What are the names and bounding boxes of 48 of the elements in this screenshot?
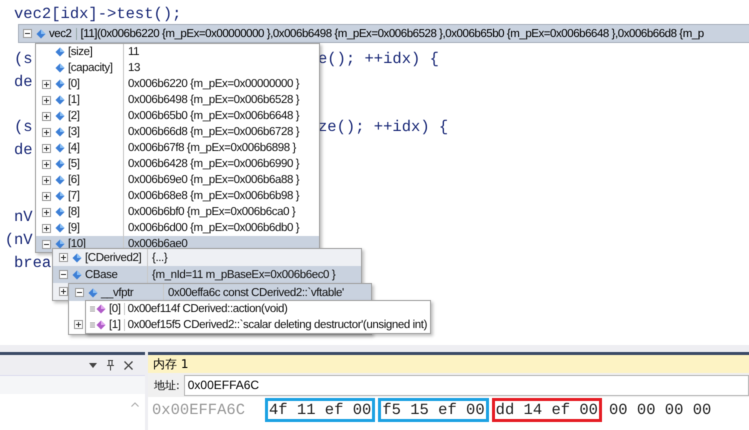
variable-value: 0x006b66d8 {m_pEx=0x006b6728 } (128, 126, 300, 138)
code-text: (s (13, 50, 33, 68)
variable-value: 0x006b6d00 {m_pEx=0x006b6db0 } (128, 222, 300, 234)
variable-value: 0x006b69e0 {m_pEx=0x006b6a88 } (128, 174, 300, 186)
variable-name: [1] (68, 92, 124, 108)
variable-value: 0x006b6ae0 (128, 238, 188, 250)
variable-value: 0x006b65b0 {m_pEx=0x006b6648 } (128, 110, 300, 122)
variable-value: {m_nId=11 m_pBaseEx=0x006b6ec0 } (152, 268, 336, 280)
highlighted-bytes: 4f 11 ef 00 (265, 398, 376, 422)
variable-name: [5] (68, 156, 124, 172)
address-label: 地址: (154, 378, 180, 392)
code-text: (s (13, 118, 33, 136)
variable-name: vec2 (49, 28, 76, 40)
code-text: brea (13, 254, 52, 272)
code-text: nV (13, 208, 33, 226)
variable-name: [7] (68, 188, 124, 204)
variable-value: [11](0x006b6220 {m_pEx=0x00000000 },0x006b6498 {m_pEx=0x006b6528 },0x006b65b0 {m_pEx=0x006b6648 },0x006b66d8 {m_p (80, 28, 704, 40)
variable-name: [2] (68, 108, 124, 124)
code-text: vec2[idx]->test(); (13, 5, 182, 23)
variable-value: 0x006b67f8 {m_pEx=0x006b6898 } (128, 142, 296, 154)
variable-name: [capacity] (68, 60, 124, 76)
highlighted-bytes: f5 15 ef 00 (378, 398, 489, 422)
variable-name: [1] (109, 319, 125, 331)
variable-value: 0x00effa6c const CDerived2::`vftable' (168, 286, 344, 298)
variable-value: 13 (128, 62, 140, 74)
variable-name: [3] (68, 124, 124, 140)
variable-name: [4] (68, 140, 124, 156)
memory-bytes: 00 00 00 00 (608, 400, 712, 421)
variable-value: {...} (152, 252, 168, 264)
highlighted-bytes: dd 14 ef 00 (492, 398, 602, 422)
variable-name: [6] (68, 172, 124, 188)
code-text: (nV (4, 230, 33, 249)
variable-name: [size] (68, 44, 124, 60)
variable-name: [8] (68, 204, 124, 220)
variable-value: 0x00ef15f5 CDerived2::`scalar deleting destructor'(unsigned int) (128, 319, 428, 331)
code-text: de (13, 72, 33, 91)
variable-name: [0] (68, 76, 124, 92)
memory-address: 0x00EFFA6C (152, 401, 246, 419)
variable-value: 0x006b6498 {m_pEx=0x006b6528 } (128, 94, 300, 106)
code-text: de (13, 140, 33, 159)
variable-value: 0x006b68e8 {m_pEx=0x006b6b98 } (128, 190, 300, 202)
variable-value: 0x00ef114f CDerived::action(void) (128, 303, 288, 315)
variable-value: 0x006b6220 {m_pEx=0x00000000 } (128, 78, 300, 90)
variable-value: 0x006b6bf0 {m_pEx=0x006b6ca0 } (128, 206, 296, 218)
variable-name: [0] (109, 303, 125, 315)
code-text: ze(); ++idx) { (318, 116, 448, 138)
variable-value: 11 (128, 46, 140, 58)
variable-value: 0x006b6428 {m_pEx=0x006b6990 } (128, 158, 300, 170)
